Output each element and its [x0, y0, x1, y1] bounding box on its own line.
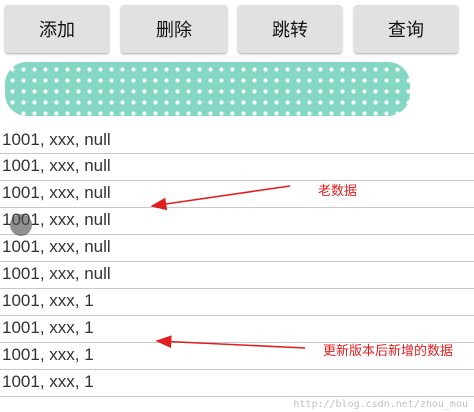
dotted-banner-image — [5, 62, 410, 116]
jump-button[interactable]: 跳转 — [238, 5, 342, 53]
watermark: http://blog.csdn.net/zhou_mou — [293, 399, 468, 410]
list-item[interactable]: 1001, xxx, 1 — [0, 289, 474, 316]
add-button[interactable]: 添加 — [5, 5, 109, 53]
list-item-text: 1001, xxx, null — [2, 183, 111, 202]
list-item-text: 1001, xxx, 1 — [2, 318, 94, 337]
list-item[interactable]: 1001, xxx, 1 — [0, 316, 474, 343]
query-button[interactable]: 查询 — [354, 5, 458, 53]
list-item[interactable]: 1001, xxx, null — [0, 128, 474, 154]
toolbar: 添加 删除 跳转 查询 — [0, 0, 474, 60]
touch-indicator — [10, 214, 32, 236]
list-item[interactable]: 1001, xxx, null — [0, 181, 474, 208]
list-item-text: 1001, xxx, null — [2, 237, 111, 256]
list-item-text: 1001, xxx, 1 — [2, 291, 94, 310]
list-item[interactable]: 1001, xxx, null — [0, 262, 474, 289]
list-item-text: 1001, xxx, 1 — [2, 372, 94, 391]
list-item-text: 1001, xxx, 1 — [2, 345, 94, 364]
list-item-text: 1001, xxx, null — [2, 130, 111, 149]
list-item-text: 1001, xxx, null — [2, 264, 111, 283]
list-item-text: 1001, xxx, null — [2, 156, 111, 175]
new-data-annotation: 更新版本后新增的数据 — [323, 344, 454, 359]
list-item[interactable]: 1001, xxx, 1 — [0, 370, 474, 397]
list-item[interactable]: 1001, xxx, null — [0, 154, 474, 181]
list-item[interactable]: 1001, xxx, null — [0, 208, 474, 235]
list-item[interactable]: 1001, xxx, null — [0, 235, 474, 262]
delete-button[interactable]: 删除 — [121, 5, 227, 53]
old-data-annotation: 老数据 — [318, 184, 358, 199]
